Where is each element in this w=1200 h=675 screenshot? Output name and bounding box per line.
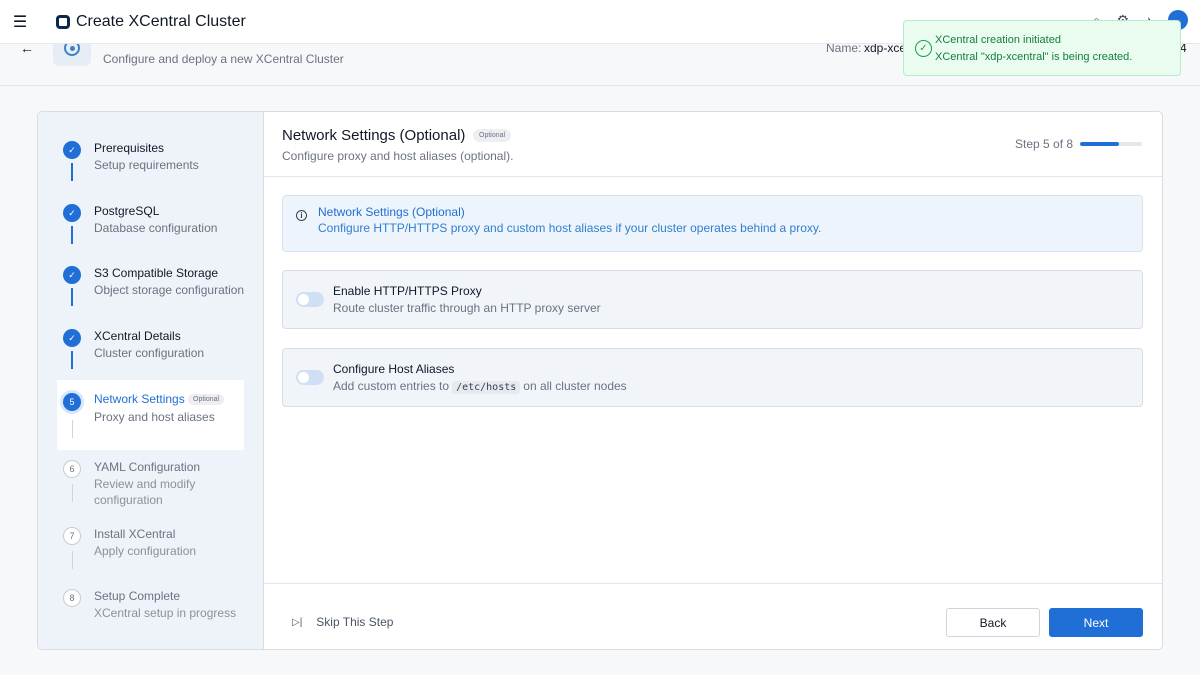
proxy-title: Enable HTTP/HTTPS Proxy (333, 284, 482, 298)
page-subtitle: Configure and deploy a new XCentral Clus… (103, 52, 344, 66)
progress-fill (1080, 142, 1119, 146)
step-desc: Setup requirements (94, 158, 199, 172)
host-aliases-title: Configure Host Aliases (333, 362, 455, 376)
toggle-knob (298, 294, 309, 305)
progress-bar (1080, 142, 1142, 146)
info-title: Network Settings (Optional) (318, 205, 465, 219)
check-icon: ✓ (63, 141, 81, 159)
host-aliases-toggle[interactable] (296, 370, 324, 385)
desc-after: on all cluster nodes (523, 379, 627, 393)
toggle-knob (298, 372, 309, 383)
check-icon: ✓ (63, 204, 81, 222)
step-desc: Proxy and host aliases (94, 410, 215, 424)
step-connector (71, 226, 73, 244)
step-desc: Object storage configuration (94, 283, 245, 297)
step-label: S3 Compatible Storage (94, 266, 219, 280)
step-connector (71, 351, 73, 369)
step-label: PostgreSQL (94, 204, 160, 218)
app-title: Create XCentral Cluster (76, 12, 246, 30)
check-icon: ✓ (63, 329, 81, 347)
step-number: 6 (63, 460, 81, 478)
next-button[interactable]: Next (1049, 608, 1143, 637)
step-label: Prerequisites (94, 141, 165, 155)
step-connector (71, 163, 73, 181)
step-number: 7 (63, 527, 81, 545)
step-label: Setup Complete (94, 589, 181, 603)
skip-icon: ▷| (292, 616, 303, 628)
app-logo-icon (56, 14, 70, 29)
info-text: Configure HTTP/HTTPS proxy and custom ho… (318, 221, 822, 235)
toast-message: XCentral "xdp-xcentral" is being created… (935, 51, 1133, 63)
steps-sidebar: ✓ Prerequisites Setup requirements ✓ Pos… (38, 112, 264, 649)
step-counter: Step 5 of 8 (1015, 137, 1074, 151)
step-desc: Apply configuration (94, 544, 197, 558)
step-label: XCentral Details (94, 329, 181, 343)
proxy-option: Enable HTTP/HTTPS Proxy Route cluster tr… (282, 270, 1143, 329)
step-content: Network Settings (Optional) Optional Con… (264, 112, 1162, 649)
content-subtitle: Configure proxy and host aliases (option… (282, 149, 514, 163)
wizard-card: ✓ Prerequisites Setup requirements ✓ Pos… (37, 111, 1163, 650)
skip-label: Skip This Step (316, 615, 394, 629)
step-label: Install XCentral (94, 527, 176, 541)
step-connector (72, 420, 73, 438)
menu-icon[interactable]: ☰ (0, 0, 40, 44)
skip-step-button[interactable]: ▷| Skip This Step (292, 615, 393, 629)
info-icon: i (296, 210, 307, 221)
footer-divider (264, 583, 1162, 584)
step-label: YAML Configuration (94, 460, 201, 474)
check-circle-icon: ✓ (915, 40, 932, 57)
step-desc: Cluster configuration (94, 346, 205, 360)
header-divider (264, 176, 1162, 177)
info-banner: i Network Settings (Optional) Configure … (282, 195, 1143, 252)
optional-badge: Optional (473, 129, 512, 142)
step-connector (71, 288, 73, 306)
toast-title: XCentral creation initiated (935, 34, 1061, 46)
success-toast: ✓ XCentral creation initiated XCentral "… (903, 20, 1181, 76)
desc-before: Add custom entries to (333, 379, 450, 393)
proxy-toggle[interactable] (296, 292, 324, 307)
step-connector (72, 551, 73, 569)
host-aliases-option: Configure Host Aliases Add custom entrie… (282, 348, 1143, 407)
back-button[interactable]: Back (946, 608, 1040, 637)
step-connector (72, 484, 73, 502)
step-number: 5 (63, 393, 81, 411)
proxy-desc: Route cluster traffic through an HTTP pr… (333, 301, 601, 315)
step-label: Network Settings (94, 392, 185, 406)
content-title: Network Settings (Optional) (282, 127, 466, 144)
host-aliases-desc: Add custom entries to/etc/hosts on all cl… (333, 379, 627, 394)
etc-hosts-code: /etc/hosts (452, 381, 521, 394)
step-number: 8 (63, 589, 81, 607)
check-icon: ✓ (63, 266, 81, 284)
optional-badge: Optional (188, 394, 225, 405)
step-desc: XCentral setup in progress (94, 606, 237, 620)
step-desc: Review and modify configuration (94, 477, 196, 507)
step-desc: Database configuration (94, 221, 218, 235)
